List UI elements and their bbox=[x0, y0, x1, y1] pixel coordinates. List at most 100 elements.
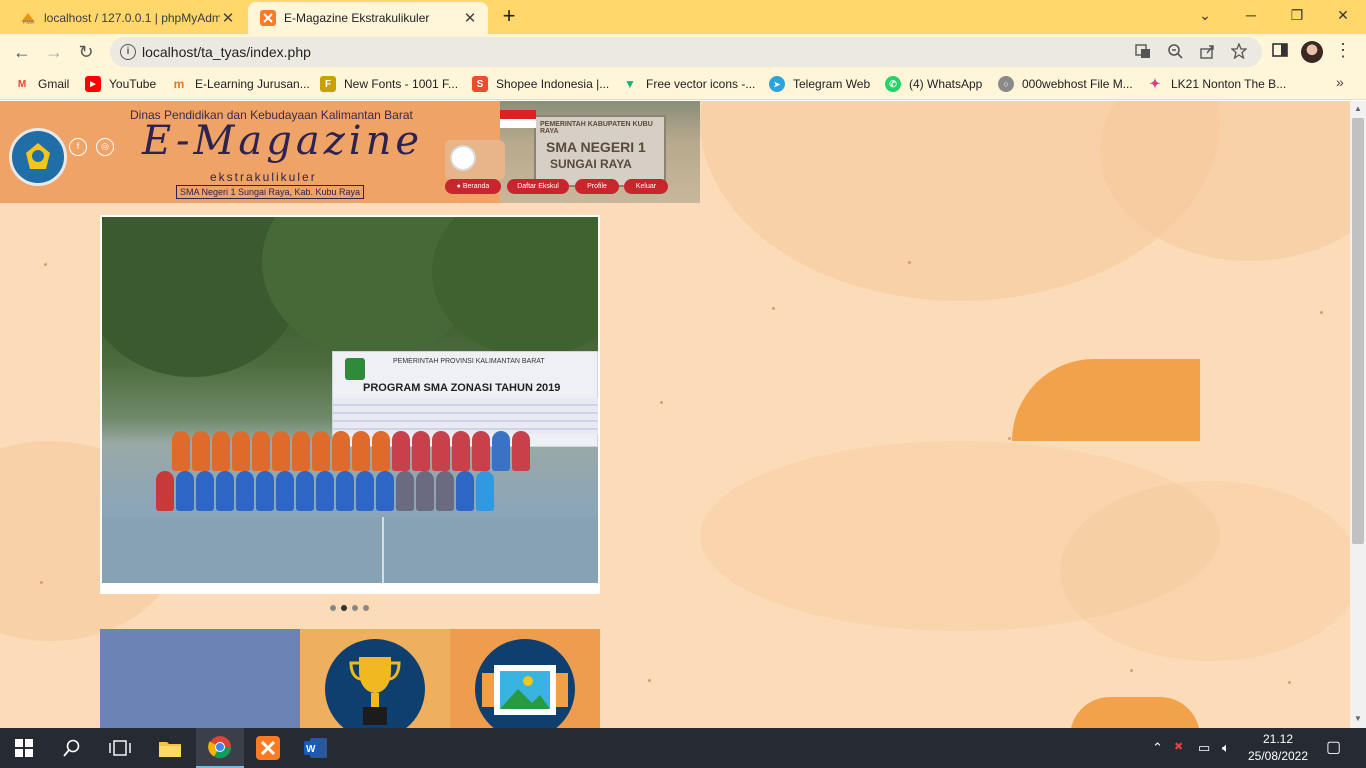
taskbar-clock[interactable]: 21.12 25/08/2022 bbox=[1244, 731, 1312, 765]
school-name: SMA Negeri 1 Sungai Raya, Kab. Kubu Raya bbox=[176, 185, 364, 199]
speckle bbox=[660, 401, 663, 404]
speckle bbox=[772, 307, 775, 310]
tab-phpmyadmin[interactable]: PMA localhost / 127.0.0.1 | phpMyAdmin ✕ bbox=[8, 2, 246, 34]
xampp-icon bbox=[260, 10, 276, 26]
file-explorer-button[interactable] bbox=[146, 728, 194, 768]
feature-tile-blue[interactable] bbox=[100, 629, 300, 728]
freepik-icon: ▼ bbox=[624, 77, 636, 91]
bookmark-star-icon[interactable] bbox=[1230, 42, 1248, 61]
minimize-button[interactable]: ─ bbox=[1228, 0, 1274, 30]
speckle bbox=[1320, 311, 1323, 314]
nav-daftar-ekskul[interactable]: Daftar Ekskul bbox=[507, 179, 569, 194]
sign-line-2: SMA NEGERI 1 bbox=[546, 139, 646, 155]
notifications-icon[interactable]: ▢ bbox=[1326, 737, 1341, 757]
court-line bbox=[382, 517, 384, 583]
feature-tile-gallery[interactable] bbox=[450, 629, 600, 739]
gallery-icon bbox=[482, 665, 568, 715]
task-view-button[interactable] bbox=[96, 728, 144, 768]
tab-title: E-Magazine Ekstrakulikuler bbox=[284, 11, 430, 25]
webhost-icon: ○ bbox=[998, 76, 1014, 92]
bookmark-label: New Fonts - 1001 F... bbox=[344, 77, 459, 91]
back-button[interactable]: ← bbox=[8, 38, 36, 66]
scroll-down-icon[interactable]: ▼ bbox=[1354, 714, 1362, 723]
volume-icon[interactable]: 🔈︎ bbox=[1222, 740, 1230, 756]
address-bar[interactable]: i localhost/ta_tyas/index.php bbox=[110, 37, 1262, 67]
feature-tile-achievement[interactable] bbox=[300, 629, 450, 739]
tab-close-icon[interactable]: ✕ bbox=[462, 9, 478, 27]
zoom-icon[interactable] bbox=[1166, 43, 1184, 61]
tray-overflow-icon[interactable]: ⌃ bbox=[1152, 740, 1163, 756]
xampp-taskbar-button[interactable] bbox=[244, 728, 292, 768]
tile-icon-circle bbox=[325, 639, 425, 739]
share-icon[interactable] bbox=[1198, 43, 1216, 61]
url-text[interactable]: localhost/ta_tyas/index.php bbox=[142, 44, 311, 60]
province-emblem-icon bbox=[345, 358, 365, 380]
site-info-icon[interactable]: i bbox=[120, 44, 136, 60]
tab-close-icon[interactable]: ✕ bbox=[220, 9, 236, 27]
reload-button[interactable]: ↻ bbox=[72, 38, 100, 66]
bookmark-label: E-Learning Jurusan... bbox=[195, 77, 310, 91]
forward-button[interactable]: → bbox=[40, 38, 68, 66]
site-logo-subtitle: ekstrakulikuler bbox=[210, 170, 317, 184]
bookmark-freevector[interactable]: ▼ Free vector icons -... bbox=[622, 76, 755, 92]
network-error-icon[interactable]: ✖ bbox=[1174, 740, 1183, 753]
browser-menu-icon[interactable]: ⋮ bbox=[1334, 40, 1352, 61]
bookmark-gmail[interactable]: M Gmail bbox=[14, 76, 70, 92]
carousel-dot-2[interactable] bbox=[341, 605, 347, 611]
translate-icon[interactable] bbox=[1134, 43, 1152, 61]
chrome-icon bbox=[208, 736, 232, 759]
indonesia-flag-icon bbox=[500, 110, 536, 128]
whatsapp-icon: ✆ bbox=[885, 76, 901, 92]
bookmark-youtube[interactable]: ▶ YouTube bbox=[85, 76, 156, 92]
profile-avatar[interactable] bbox=[1301, 41, 1323, 63]
bookmark-label: Gmail bbox=[38, 77, 70, 91]
carousel-slide-photo: PEMERINTAH PROVINSI KALIMANTAN BARAT PRO… bbox=[102, 217, 598, 583]
bookmark-elearning[interactable]: m E-Learning Jurusan... bbox=[171, 76, 310, 92]
school-sign: PEMERINTAH KABUPATEN KUBU RAYA SMA NEGER… bbox=[534, 115, 666, 187]
bookmark-lk21[interactable]: ✦ LK21 Nonton The B... bbox=[1147, 76, 1287, 92]
folder-icon bbox=[159, 742, 181, 757]
bookmark-000webhost[interactable]: ○ 000webhost File M... bbox=[998, 76, 1133, 92]
bookmark-shopee[interactable]: S Shopee Indonesia |... bbox=[472, 76, 609, 92]
sign-line-3: SUNGAI RAYA bbox=[550, 157, 632, 171]
tab-search-icon[interactable]: ⌄ bbox=[1182, 0, 1228, 30]
nav-beranda[interactable]: ● Beranda bbox=[445, 179, 501, 194]
word-taskbar-button[interactable]: W bbox=[292, 728, 340, 768]
bookmark-label: Telegram Web bbox=[793, 77, 871, 91]
volleyball-icon bbox=[450, 145, 476, 171]
chrome-taskbar-button[interactable] bbox=[196, 728, 244, 768]
clock-date: 25/08/2022 bbox=[1247, 749, 1309, 763]
bookmark-label: Shopee Indonesia |... bbox=[496, 77, 610, 91]
bookmarks-more-icon[interactable]: » bbox=[1336, 74, 1344, 90]
tab-title: localhost / 127.0.0.1 | phpMyAdmin bbox=[44, 11, 220, 25]
battery-icon[interactable]: ▭ bbox=[1198, 740, 1210, 756]
scroll-up-icon[interactable]: ▲ bbox=[1354, 104, 1362, 113]
start-button[interactable] bbox=[0, 728, 48, 768]
bookmark-telegram[interactable]: ➤ Telegram Web bbox=[769, 76, 870, 92]
site-logo-title: E-Magazine bbox=[142, 118, 424, 164]
search-button[interactable] bbox=[48, 728, 96, 768]
instagram-icon[interactable]: ◎ bbox=[96, 138, 114, 156]
bookmark-label: Free vector icons -... bbox=[646, 77, 756, 91]
carousel-dot-4[interactable] bbox=[363, 605, 369, 611]
side-panel-icon[interactable] bbox=[1270, 42, 1290, 62]
nav-keluar[interactable]: Keluar bbox=[624, 179, 668, 194]
carousel-dot-1[interactable] bbox=[330, 605, 336, 611]
background-orange-wave bbox=[1070, 697, 1200, 728]
scrollbar-thumb[interactable] bbox=[1352, 118, 1364, 544]
players-front-row bbox=[156, 471, 494, 511]
carousel-dot-3[interactable] bbox=[352, 605, 358, 611]
close-window-button[interactable]: ✕ bbox=[1320, 0, 1366, 30]
bookmark-label: (4) WhatsApp bbox=[909, 77, 983, 91]
new-tab-button[interactable]: + bbox=[498, 5, 520, 28]
tab-emagazine[interactable]: E-Magazine Ekstrakulikuler ✕ bbox=[248, 2, 488, 34]
nav-profile[interactable]: Profile bbox=[575, 179, 619, 194]
svg-text:PMA: PMA bbox=[23, 20, 35, 26]
word-icon: W bbox=[304, 738, 327, 758]
bookmark-label: YouTube bbox=[109, 77, 157, 91]
bookmark-whatsapp[interactable]: ✆ (4) WhatsApp bbox=[885, 76, 982, 92]
maximize-button[interactable]: ❐ bbox=[1274, 0, 1320, 30]
facebook-icon[interactable]: f bbox=[69, 138, 87, 156]
bookmark-newfonts[interactable]: F New Fonts - 1001 F... bbox=[320, 76, 458, 92]
trophy-icon bbox=[349, 657, 401, 725]
